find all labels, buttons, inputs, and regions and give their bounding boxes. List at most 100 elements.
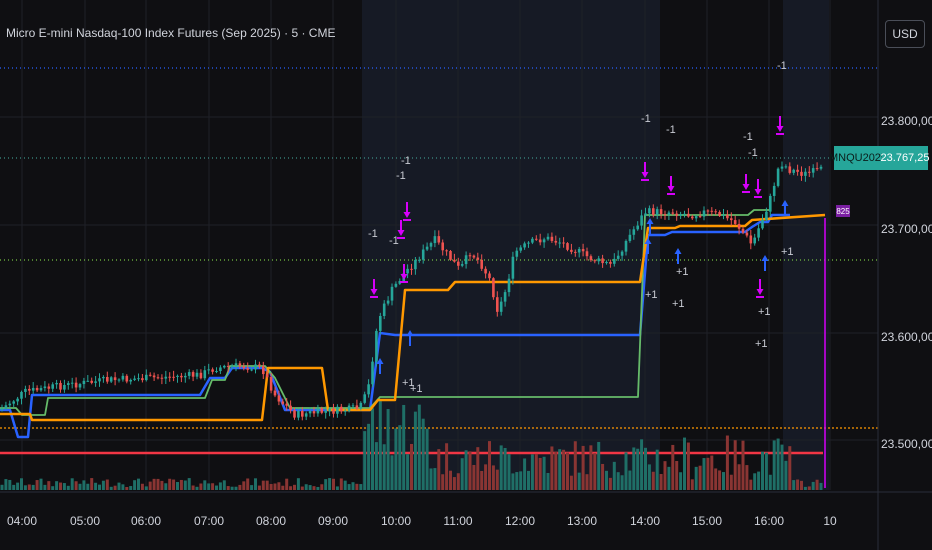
candle [679, 214, 682, 216]
volume-bar [144, 486, 148, 490]
volume-bar [242, 481, 246, 490]
signal-label: -1 [641, 113, 651, 125]
candle [620, 251, 624, 256]
candle [39, 388, 43, 391]
volume-bar [647, 464, 651, 490]
candle [359, 402, 363, 409]
candle [375, 330, 378, 362]
candle [733, 220, 737, 224]
volume-bar [160, 480, 164, 490]
volume-bar [332, 478, 335, 490]
candle [379, 315, 382, 331]
candle [141, 378, 144, 381]
candle [191, 372, 195, 377]
volume-bar [398, 425, 402, 490]
volume-bar [277, 482, 281, 490]
volume-bar [156, 478, 160, 490]
candle [562, 242, 565, 244]
volume-bar [507, 454, 511, 490]
candle [340, 406, 343, 412]
volume-bar [425, 428, 429, 490]
volume-bar [261, 480, 265, 490]
volume-bar [410, 443, 413, 490]
candle [386, 300, 390, 304]
volume-bar [737, 464, 741, 490]
candle [203, 370, 207, 379]
candle [28, 388, 31, 391]
candle [499, 301, 503, 312]
candle [4, 405, 8, 409]
volume-bar [449, 470, 452, 490]
candle [804, 171, 807, 176]
volume-bar [464, 450, 468, 490]
candle [316, 408, 320, 414]
candle [262, 365, 265, 375]
volume-bar [472, 464, 476, 490]
volume-bar [269, 483, 273, 490]
volume-bar [129, 486, 133, 490]
candle [648, 208, 651, 214]
time-label: 12:00 [504, 514, 536, 528]
volume-bar [651, 471, 655, 490]
candle [546, 236, 550, 240]
candle [168, 376, 171, 378]
signal-label: +1 [645, 289, 658, 301]
candle [616, 255, 620, 259]
volume-bar [706, 457, 710, 490]
time-label: 10 [823, 514, 837, 528]
volume-bar [632, 447, 636, 490]
currency-button[interactable]: USD [885, 20, 925, 48]
candle [683, 213, 686, 215]
candle [632, 229, 636, 235]
volume-bar [12, 484, 16, 490]
volume-bar [402, 404, 406, 490]
candle [796, 169, 799, 172]
volume-bar [238, 484, 242, 490]
volume-bar [577, 472, 581, 490]
volume-bar [550, 446, 554, 490]
candle [531, 238, 534, 243]
signal-label: -1 [666, 124, 676, 136]
volume-bar [562, 449, 566, 490]
volume-bar [273, 483, 277, 490]
signal-label: +1 [755, 338, 768, 350]
candle [792, 169, 795, 173]
candle [749, 235, 753, 244]
volume-bar [546, 473, 550, 490]
candle [437, 236, 441, 243]
volume-bar [289, 486, 293, 490]
candle [16, 398, 19, 402]
volume-bar [27, 484, 31, 490]
volume-bar [8, 479, 12, 490]
volume-bar [675, 461, 679, 490]
volume-bar [456, 473, 460, 490]
price-label: 23.700,00 [881, 222, 932, 236]
candle [542, 239, 546, 243]
volume-bar [421, 418, 425, 490]
volume-bar [612, 461, 616, 490]
volume-bar [534, 453, 538, 490]
candle [324, 411, 327, 413]
volume-bar [803, 486, 807, 490]
session-shade [783, 0, 829, 490]
candle [86, 380, 90, 382]
volume-bar [304, 484, 308, 490]
candle [258, 364, 261, 366]
candle [176, 375, 179, 377]
volume-bar [51, 486, 55, 490]
chart-canvas[interactable] [0, 0, 932, 550]
candle [47, 386, 51, 389]
signal-label: -1 [743, 131, 753, 143]
volume-bar [624, 452, 628, 490]
volume-bar [589, 445, 593, 490]
candle [659, 209, 663, 215]
volume-bar [98, 484, 101, 490]
candle [628, 234, 632, 241]
price-label: 23.500,00 [881, 437, 932, 451]
candle [757, 228, 760, 238]
volume-bar [495, 469, 499, 490]
volume-bar [55, 481, 59, 490]
volume-bar [655, 449, 659, 490]
candle [765, 211, 768, 220]
candle [390, 286, 394, 301]
